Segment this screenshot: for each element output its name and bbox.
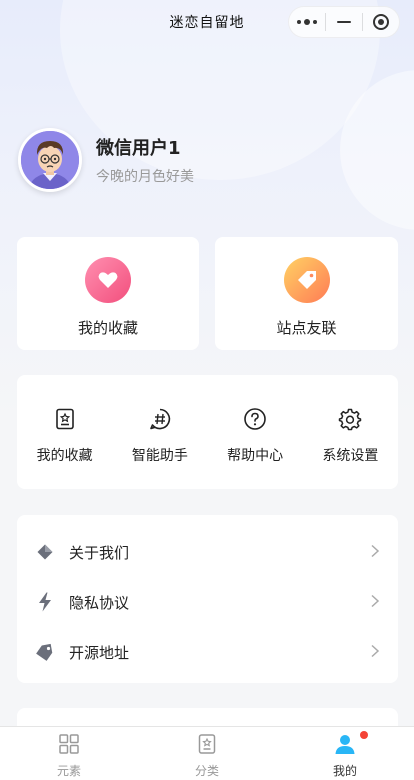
user-profile[interactable]: 微信用户1 今晚的月色好美 [18, 128, 194, 192]
user-icon [334, 733, 356, 759]
menu-item-privacy-policy[interactable]: 隐私协议 [17, 577, 398, 627]
menu-list: 关于我们 隐私协议 开源地址 [17, 515, 398, 683]
tag-icon [283, 257, 330, 303]
target-icon [373, 14, 389, 30]
minimize-button[interactable] [326, 7, 362, 37]
tool-label: 智能助手 [131, 448, 188, 464]
tab-category[interactable]: 分类 [138, 727, 276, 780]
tool-label: 系统设置 [322, 448, 379, 464]
navigation-bar: 迷恋自留地 [0, 0, 414, 44]
badge-icon [196, 733, 218, 759]
my-favorites-card[interactable]: 我的收藏 [17, 237, 199, 350]
tool-label: 我的收藏 [36, 448, 93, 464]
user-signature: 今晚的月色好美 [96, 169, 194, 185]
site-links-card[interactable]: 站点友联 [215, 237, 398, 350]
diamond-icon [35, 542, 55, 562]
menu-item-open-source[interactable]: 开源地址 [17, 627, 398, 677]
notification-dot [360, 731, 368, 739]
tab-label: 我的 [332, 764, 357, 778]
grid-icon [58, 733, 80, 759]
tool-help-center[interactable]: 帮助中心 [208, 375, 303, 489]
tool-my-favorites[interactable]: 我的收藏 [17, 375, 112, 489]
tools-grid: 我的收藏 智能助手 帮助中心 系统设置 [17, 375, 398, 489]
username: 微信用户1 [96, 138, 181, 159]
minus-icon [337, 21, 351, 23]
header-background [0, 0, 414, 420]
close-button[interactable] [363, 7, 399, 37]
chevron-right-icon [370, 543, 380, 562]
chevron-right-icon [370, 593, 380, 612]
tool-smart-assistant[interactable]: 智能助手 [112, 375, 207, 489]
miniprogram-capsule [288, 6, 400, 38]
gear-icon [338, 407, 362, 435]
tab-label: 元素 [56, 764, 81, 778]
chevron-right-icon [370, 643, 380, 662]
my-favorites-label: 我的收藏 [77, 319, 138, 337]
menu-item-label: 开源地址 [69, 643, 130, 662]
tool-label: 帮助中心 [227, 448, 284, 464]
lightning-icon [35, 592, 55, 612]
menu-item-label: 关于我们 [69, 543, 130, 562]
tab-elements[interactable]: 元素 [0, 727, 138, 780]
page-title: 迷恋自留地 [169, 15, 245, 31]
badge-icon [53, 407, 77, 435]
menu-item-label: 隐私协议 [69, 593, 130, 612]
heart-icon [85, 257, 131, 303]
more-button[interactable] [289, 7, 325, 37]
site-links-label: 站点友联 [276, 319, 337, 337]
tab-bar: 元素 分类 我的 [0, 726, 414, 780]
tab-label: 分类 [194, 764, 219, 778]
avatar[interactable] [18, 128, 82, 192]
more-dots-icon [297, 19, 317, 25]
menu-item-about-us[interactable]: 关于我们 [17, 527, 398, 577]
tag-icon [35, 642, 55, 662]
hash-icon [148, 407, 172, 435]
tab-mine[interactable]: 我的 [276, 727, 414, 780]
question-icon [243, 407, 267, 435]
tool-system-settings[interactable]: 系统设置 [303, 375, 398, 489]
